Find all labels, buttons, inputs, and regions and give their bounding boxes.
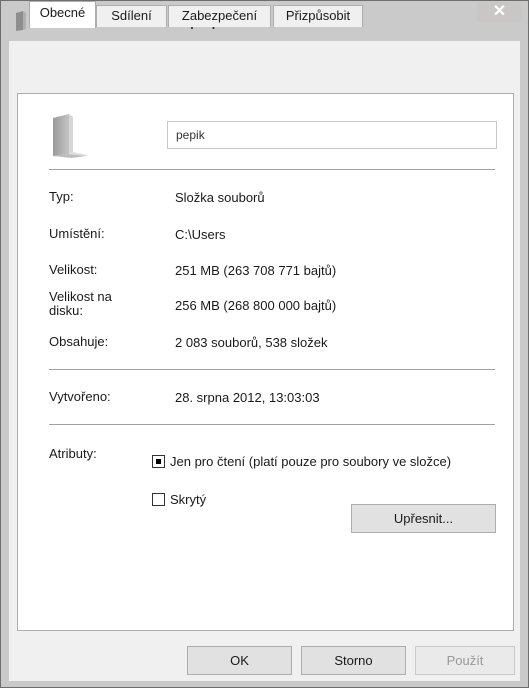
advanced-button[interactable]: Upřesnit... <box>351 504 496 533</box>
divider <box>49 424 495 425</box>
created-value: 28. srpna 2012, 13:03:03 <box>175 390 320 405</box>
contains-value: 2 083 souborů, 538 složek <box>175 335 328 350</box>
size-on-disk-value: 256 MB (268 800 000 bajtů) <box>175 298 337 313</box>
hidden-label[interactable]: Skrytý <box>170 492 206 507</box>
close-icon: ✕ <box>492 3 507 20</box>
folder-name-input[interactable] <box>167 121 497 149</box>
type-label: Typ: <box>49 189 74 204</box>
ok-button[interactable]: OK <box>187 646 292 675</box>
contains-label: Obsahuje: <box>49 334 109 349</box>
size-value: 251 MB (263 708 771 bajtů) <box>175 263 337 278</box>
type-value: Složka souborů <box>175 190 265 205</box>
cancel-button[interactable]: Storno <box>301 646 406 675</box>
location-value: C:\Users <box>175 227 226 242</box>
size-on-disk-label-line1: Velikost na <box>49 289 112 304</box>
divider <box>49 169 495 170</box>
size-label: Velikost: <box>49 262 98 277</box>
properties-window: pepik – vlastnosti ✕ Obecné Sdílení Zabe… <box>0 0 529 688</box>
readonly-checkbox[interactable] <box>152 455 165 468</box>
attributes-label: Atributy: <box>49 446 97 461</box>
close-button[interactable]: ✕ <box>477 2 522 22</box>
hidden-checkbox[interactable] <box>152 493 165 506</box>
indeterminate-mark <box>156 459 161 464</box>
size-on-disk-label-line2: disku: <box>49 303 83 318</box>
divider <box>49 369 495 370</box>
tab-security[interactable]: Zabezpečení <box>168 5 271 27</box>
tab-customize[interactable]: Přizpůsobit <box>273 5 363 27</box>
location-label: Umístění: <box>49 226 105 241</box>
tab-sharing[interactable]: Sdílení <box>96 5 167 27</box>
readonly-label[interactable]: Jen pro čtení (platí pouze pro soubory v… <box>170 454 451 469</box>
apply-button[interactable]: Použít <box>415 646 515 675</box>
general-tab-panel <box>17 93 514 631</box>
tab-general[interactable]: Obecné <box>29 1 96 28</box>
created-label: Vytvořeno: <box>49 389 111 404</box>
folder-large-icon <box>53 114 87 158</box>
